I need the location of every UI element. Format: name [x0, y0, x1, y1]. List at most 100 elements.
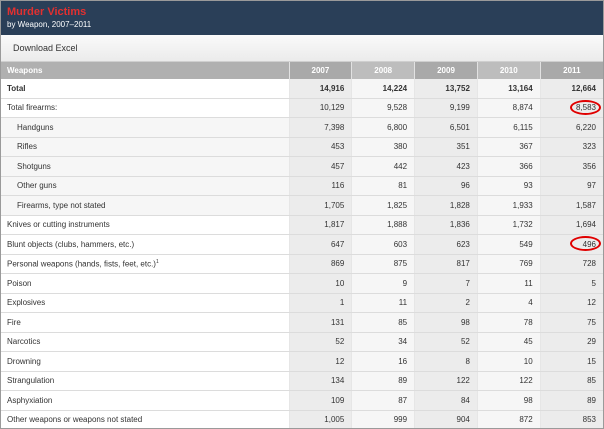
cell-value: 14,916: [319, 83, 345, 93]
cell-value: 14,224: [382, 83, 408, 93]
cell-value: 2: [465, 298, 470, 308]
cell-value: 87: [398, 395, 408, 405]
cell-value: 6,220: [575, 122, 596, 132]
table-cell: 34: [351, 332, 415, 352]
table-cell: 98: [476, 390, 541, 411]
row-label: Shotguns: [1, 156, 289, 177]
table-cell: 6,800: [351, 117, 415, 138]
cell-value: 85: [398, 317, 408, 327]
cell-value: 12: [587, 298, 596, 308]
cell-value: 869: [330, 259, 345, 269]
row-label-text: Asphyxiation: [7, 395, 53, 405]
report-frame: Murder Victims by Weapon, 2007–2011 Down…: [0, 0, 604, 429]
cell-value: 29: [587, 337, 596, 347]
table-cell: 12,664: [539, 79, 603, 99]
table-row: Knives or cutting instruments 1,817 1,888 1…: [1, 215, 603, 235]
table-cell: 380: [351, 137, 415, 157]
table-cell: 999: [351, 410, 415, 428]
title-bar: Murder Victims by Weapon, 2007–2011: [1, 1, 603, 35]
row-label: Knives or cutting instruments: [1, 215, 289, 235]
table-cell: 85: [351, 312, 415, 333]
row-label: Explosives: [1, 293, 289, 313]
table-cell: 853: [539, 410, 603, 428]
cell-value: 423: [456, 161, 470, 171]
cell-value: 769: [519, 259, 533, 269]
murder-victims-table: Weapons 2007 2008 2009 2010 2011 Total 14…: [1, 62, 603, 428]
table-cell: 75: [539, 312, 603, 333]
cell-value: 1,005: [324, 415, 345, 425]
table-cell: 52: [414, 332, 478, 352]
table-cell: 769: [476, 254, 541, 274]
table-cell: 817: [414, 254, 478, 274]
table-cell: 7,398: [288, 117, 352, 138]
table-row: Firearms, type not stated 1,705 1,825 1,828…: [1, 195, 603, 216]
table-cell: 457: [288, 156, 352, 177]
cell-value: 9: [402, 278, 408, 288]
cell-value: 12,664: [571, 83, 596, 93]
cell-value: 75: [587, 317, 596, 327]
highlight-circle: [570, 236, 601, 251]
column-header-year[interactable]: 2011: [539, 62, 603, 79]
table-cell: 10,129: [288, 98, 352, 118]
cell-value: 15: [587, 356, 596, 366]
cell-value: 1,732: [512, 220, 533, 230]
row-label: Firearms, type not stated: [1, 195, 289, 216]
cell-value: 10,129: [319, 103, 345, 113]
column-header-year[interactable]: 2007: [288, 62, 352, 79]
table-header-row: Weapons 2007 2008 2009 2010 2011: [1, 62, 603, 79]
cell-value: 96: [460, 181, 470, 191]
row-label-text: Handguns: [17, 122, 54, 132]
row-label-text: Strangulation: [7, 376, 55, 386]
column-header-year[interactable]: 2008: [351, 62, 415, 79]
table-cell: 9,528: [351, 98, 415, 118]
cell-value: 1,888: [387, 220, 408, 230]
cell-value: 457: [330, 161, 345, 171]
cell-value: 98: [523, 395, 533, 405]
cell-value: 122: [456, 376, 470, 386]
cell-value: 6,800: [387, 122, 408, 132]
column-header-year[interactable]: 2009: [414, 62, 478, 79]
row-label-text: Drowning: [7, 356, 41, 366]
row-label: Rifles: [1, 137, 289, 157]
footnote-marker: 1: [155, 258, 159, 265]
column-header-year[interactable]: 2010: [476, 62, 541, 79]
table-row: Shotguns 457 442 423 366 356: [1, 156, 603, 177]
cell-value: 853: [582, 415, 596, 425]
table-cell: 93: [476, 176, 541, 196]
cell-value: 122: [519, 376, 533, 386]
cell-value: 442: [393, 161, 408, 171]
report-title: Murder Victims: [7, 6, 87, 18]
row-label-text: Other weapons or weapons not stated: [7, 415, 143, 425]
table-cell: 45: [476, 332, 541, 352]
cell-value: 872: [519, 415, 533, 425]
table-cell: 351: [414, 137, 478, 157]
download-excel-link[interactable]: Download Excel: [13, 43, 78, 53]
table-cell: 78: [476, 312, 541, 333]
table-row: Explosives 1 11 2 4 12: [1, 293, 603, 313]
cell-value: 131: [330, 317, 345, 327]
cell-value: 875: [393, 259, 408, 269]
cell-value: 45: [523, 337, 533, 347]
cell-value: 8: [465, 356, 470, 366]
cell-value: 351: [456, 142, 470, 152]
table-cell: 728: [539, 254, 603, 274]
cell-value: 623: [456, 239, 470, 249]
cell-value: 81: [398, 181, 408, 191]
cell-value: 52: [335, 337, 345, 347]
cell-value: 97: [587, 181, 596, 191]
table-cell: 15: [539, 351, 603, 372]
cell-value: 9,528: [387, 103, 408, 113]
table-cell: 647: [288, 234, 352, 255]
row-label-text: Fire: [7, 317, 21, 327]
cell-value: 1,828: [449, 200, 470, 210]
column-header-weapons[interactable]: Weapons: [1, 62, 289, 79]
cell-value: 93: [523, 181, 533, 191]
table-cell: 904: [414, 410, 478, 428]
table-cell: 1,825: [351, 195, 415, 216]
row-label-text: Other guns: [17, 181, 57, 191]
table-cell: 875: [351, 254, 415, 274]
cell-value: 85: [587, 376, 596, 386]
row-label: Asphyxiation: [1, 390, 289, 411]
cell-value: 366: [519, 161, 533, 171]
row-label: Poison: [1, 273, 289, 294]
